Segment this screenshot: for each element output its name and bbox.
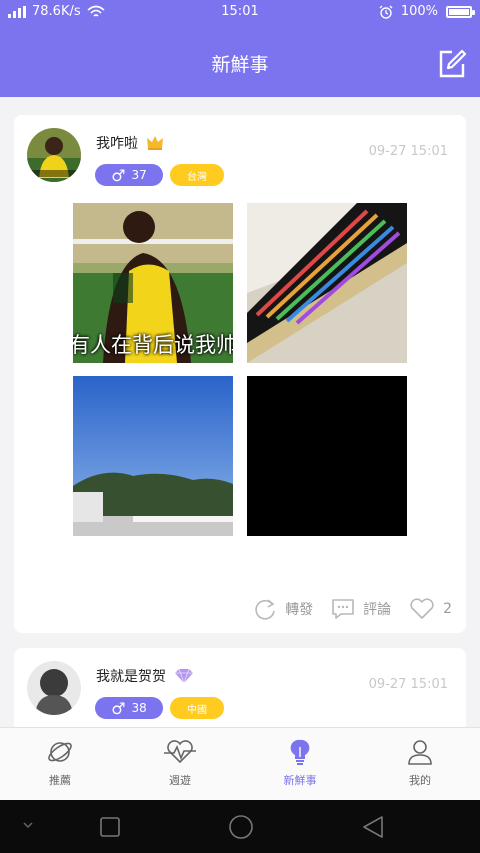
app-header: 78.6K/s 15:01 100% 新鮮事 xyxy=(0,0,480,97)
user-icon xyxy=(408,740,432,765)
location-badge: 台灣 xyxy=(170,164,224,186)
comment-icon xyxy=(332,599,354,619)
male-icon: ♂ xyxy=(111,165,126,185)
username[interactable]: 我咋啦 xyxy=(96,133,164,153)
post-photo[interactable] xyxy=(73,376,233,536)
avatar[interactable] xyxy=(27,661,81,715)
gender-age-badge: ♂ 38 xyxy=(95,697,163,719)
battery-percent: 100% xyxy=(400,4,438,19)
diamond-icon xyxy=(175,668,193,684)
post-photo[interactable] xyxy=(247,376,407,536)
male-icon: ♂ xyxy=(111,698,126,718)
chevron-down-icon[interactable] xyxy=(22,821,34,831)
heartbeat-icon xyxy=(164,740,196,764)
tab-label: 我的 xyxy=(409,774,431,787)
photo-caption: 有人在背后说我帅 xyxy=(73,333,233,357)
comment-label: 評論 xyxy=(363,602,392,618)
repost-label: 轉發 xyxy=(285,602,314,618)
planet-icon xyxy=(48,742,72,762)
post-photo[interactable]: 有人在背后说我帅 xyxy=(73,203,233,363)
tab-me[interactable]: 我的 xyxy=(380,738,460,788)
location-badge: 中國 xyxy=(170,697,224,719)
tab-news[interactable]: 新鮮事 xyxy=(260,738,340,788)
post-card[interactable]: 我咋啦 09-27 15:01 ♂ 37 台灣 有人在背后说我帅 轉發 評論 2 xyxy=(14,115,466,633)
comment-button[interactable]: 評論 xyxy=(331,598,391,620)
age-value: 37 xyxy=(131,168,147,182)
compose-button[interactable] xyxy=(436,48,468,80)
username-text: 我就是贺贺 xyxy=(96,669,166,685)
post-time: 09-27 15:01 xyxy=(368,677,448,692)
post-time: 09-27 15:01 xyxy=(368,144,448,159)
post-actions: 轉發 評論 2 xyxy=(235,597,452,621)
tab-label: 推薦 xyxy=(49,774,71,787)
age-value: 38 xyxy=(131,701,147,715)
username-text: 我咋啦 xyxy=(96,136,138,152)
system-nav-bar xyxy=(0,800,480,853)
tab-label: 週遊 xyxy=(169,774,191,787)
bottom-tab-bar: 推薦 週遊 新鮮事 我的 xyxy=(0,727,480,800)
crown-icon xyxy=(147,136,163,150)
battery-icon xyxy=(446,5,475,18)
heart-icon xyxy=(410,598,434,619)
recents-button[interactable] xyxy=(99,816,121,838)
avatar[interactable] xyxy=(27,128,81,182)
gender-age-badge: ♂ 37 xyxy=(95,164,163,186)
alarm-icon xyxy=(379,5,393,19)
post-photo[interactable] xyxy=(247,203,407,363)
repost-icon xyxy=(255,599,275,620)
tab-explore[interactable]: 週遊 xyxy=(140,738,220,788)
page-title: 新鮮事 xyxy=(211,54,269,76)
repost-button[interactable]: 轉發 xyxy=(253,597,313,621)
bulb-icon xyxy=(290,739,310,765)
like-count: 2 xyxy=(443,601,452,617)
home-button[interactable] xyxy=(228,814,254,840)
status-bar: 78.6K/s 15:01 100% xyxy=(0,0,480,26)
username[interactable]: 我就是贺贺 xyxy=(96,666,194,686)
tab-recommend[interactable]: 推薦 xyxy=(20,738,100,788)
tab-label: 新鮮事 xyxy=(283,774,317,787)
like-button[interactable]: 2 xyxy=(409,598,452,620)
back-button[interactable] xyxy=(360,814,386,840)
